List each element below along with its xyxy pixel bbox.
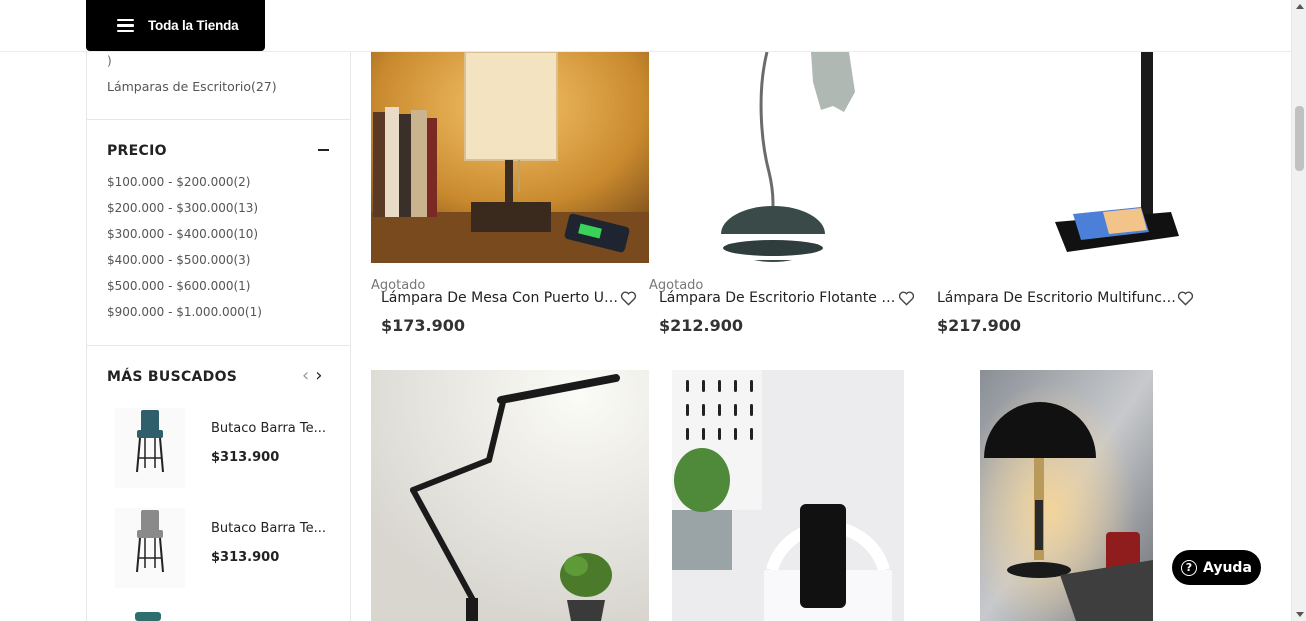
chevron-left-icon[interactable]: ‹ [302,367,309,385]
category-link-desk-lamps[interactable]: Lámparas de Escritorio(27) [107,79,277,94]
product-name[interactable]: Lámpara De Escritorio Multifunci... [937,290,1177,306]
price-range-option[interactable]: $100.000 - $200.000(2) [107,174,262,200]
most-searched-name[interactable]: Butaco Barra Te... [211,421,326,436]
all-store-menu-button[interactable]: Toda la Tienda [86,0,265,51]
help-label: Ayuda [1203,559,1252,576]
chevron-right-icon[interactable]: › [315,367,322,385]
product-image-multifunction-lamp[interactable] [927,52,1205,263]
price-range-option[interactable]: $400.000 - $500.000(3) [107,252,262,278]
category-tail-text: ) [107,54,112,68]
most-searched-name[interactable]: Butaco Barra Te... [211,521,326,536]
carousel-arrows: ‹ › [302,367,322,385]
scrollbar-thumb[interactable] [1295,106,1304,171]
product-image-led-desk-lamp[interactable] [371,370,649,621]
help-button[interactable]: ? Ayuda [1172,550,1261,585]
product-name[interactable]: Lámpara De Escritorio Flotante A... [659,290,899,306]
heart-icon[interactable] [898,291,915,306]
heart-icon[interactable] [620,291,637,306]
bar-stool-image [115,408,185,488]
filter-sidebar: ) Lámparas de Escritorio(27) PRECIO $100… [86,52,351,621]
price-range-option[interactable]: $500.000 - $600.000(1) [107,278,262,304]
most-searched-item[interactable]: Butaco Barra Te... $313.900 [107,408,347,488]
product-price: $212.900 [659,316,744,335]
most-searched-item[interactable]: Butaco Barra Te... $313.900 [107,508,347,588]
price-filter-title: PRECIO [107,143,167,159]
product-image-floating-lamp[interactable] [649,52,927,263]
price-range-option[interactable]: $300.000 - $400.000(10) [107,226,262,252]
vertical-scrollbar[interactable] [1291,0,1306,621]
most-searched-title: MÁS BUSCADOS [107,369,238,385]
price-range-list: $100.000 - $200.000(2) $200.000 - $300.0… [107,174,262,330]
most-searched-price: $313.900 [211,550,280,565]
all-store-label: Toda la Tienda [148,18,239,33]
price-range-option[interactable]: $900.000 - $1.000.000(1) [107,304,262,330]
question-circle-icon: ? [1181,559,1197,576]
price-range-option[interactable]: $200.000 - $300.000(13) [107,200,262,226]
product-image-dome-lamp[interactable] [980,370,1153,621]
collapse-minus-icon[interactable] [318,149,329,151]
product-name[interactable]: Lámpara De Mesa Con Puerto US... [381,290,621,306]
top-bar: Toda la Tienda [0,0,1291,52]
divider [87,119,350,120]
product-price: $173.900 [381,316,466,335]
bar-stool-image [115,508,185,588]
hamburger-icon [117,18,134,33]
scroll-down-arrow-icon[interactable] [1296,612,1304,617]
product-image-table-lamp[interactable] [371,52,649,263]
bar-stool-image-partial [135,612,161,621]
heart-icon[interactable] [1177,291,1194,306]
product-image-wireless-charger-lamp[interactable] [672,370,904,621]
scroll-up-arrow-icon[interactable] [1296,4,1304,9]
product-price: $217.900 [937,316,1022,335]
divider [87,345,350,346]
most-searched-price: $313.900 [211,450,280,465]
